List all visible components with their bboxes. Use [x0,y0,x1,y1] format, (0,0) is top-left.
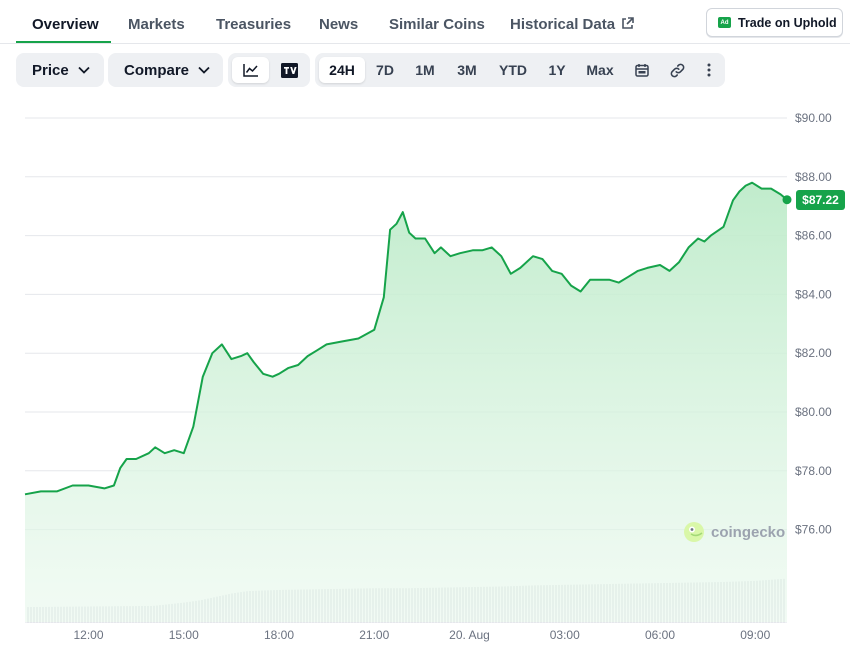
range-24h[interactable]: 24H [319,57,365,83]
tab-markets[interactable]: Markets [128,16,185,33]
chevron-down-icon [198,66,210,74]
y-tick-label: $82.00 [795,346,832,360]
y-tick-label: $88.00 [795,170,832,184]
y-tick-label: $90.00 [795,111,832,125]
share-link-button[interactable] [665,57,689,83]
range-max[interactable]: Max [580,57,620,83]
chevron-down-icon [78,66,90,74]
range-1y[interactable]: 1Y [543,57,571,83]
price-dropdown-label: Price [32,61,69,79]
y-tick-label: $76.00 [795,523,832,537]
current-price-badge: $87.22 [796,190,845,210]
coingecko-watermark-text: coingecko [711,523,786,541]
x-tick-label: 03:00 [550,628,580,642]
tab-overview[interactable]: Overview [32,16,99,33]
range-7d[interactable]: 7D [370,57,400,83]
tab-news[interactable]: News [319,16,358,33]
current-price-dot [782,195,792,205]
x-tick-label: 06:00 [645,628,675,642]
x-tick-label: 12:00 [73,628,103,642]
coingecko-logo-icon [684,522,704,542]
y-tick-label: $78.00 [795,464,832,478]
more-options-button[interactable] [699,57,719,83]
coingecko-watermark: coingecko [683,521,785,543]
x-tick-label: 21:00 [359,628,389,642]
tab-historical-data-label: Historical Data [510,16,616,33]
tab-treasuries[interactable]: Treasuries [216,16,291,33]
trade-on-uphold-label: Trade on Uphold [738,15,837,30]
time-range-selector: 24H 7D 1M 3M YTD 1Y Max [315,53,725,87]
ad-badge: Ad [718,17,731,28]
price-dropdown[interactable]: Price [16,53,104,87]
tab-bar: Overview Markets Treasuries News Similar… [0,0,850,44]
line-chart-icon [242,64,258,77]
chart-type-toggle [228,53,310,87]
calendar-icon [635,64,649,77]
y-axis-labels: $90.00 $88.00 $86.00 $84.00 $82.00 $80.00 $78.… [795,111,832,537]
price-chart: $90.00 $88.00 $86.00 $84.00 $82.00 $80.00 $78.… [24,111,832,642]
compare-dropdown[interactable]: Compare [108,53,223,87]
compare-dropdown-label: Compare [124,61,190,79]
x-tick-label: 18:00 [264,628,294,642]
link-icon [670,63,684,77]
tradingview-icon [281,62,298,78]
x-tick-label: 09:00 [740,628,770,642]
range-3m[interactable]: 3M [450,57,484,83]
y-tick-label: $80.00 [795,405,832,419]
x-tick-label: 20. Aug [449,628,490,642]
y-tick-label: $86.00 [795,229,832,243]
date-range-button[interactable] [630,57,654,83]
y-tick-label: $84.00 [795,287,832,301]
tab-similar-coins[interactable]: Similar Coins [389,16,485,33]
price-area-fill [25,182,787,622]
range-ytd[interactable]: YTD [493,57,533,83]
range-1m[interactable]: 1M [410,57,440,83]
trade-on-uphold-button[interactable]: Ad Trade on Uphold [706,8,843,37]
x-tick-label: 15:00 [169,628,199,642]
active-tab-indicator [16,41,111,43]
x-axis-labels: 12:00 15:00 18:00 21:00 20. Aug 03:00 06:00 09:… [73,628,770,642]
tab-historical-data[interactable]: Historical Data [510,16,634,33]
line-chart-toggle[interactable] [232,57,269,83]
external-link-icon [622,17,634,29]
more-vertical-icon [707,63,711,77]
tradingview-toggle[interactable] [273,57,306,83]
